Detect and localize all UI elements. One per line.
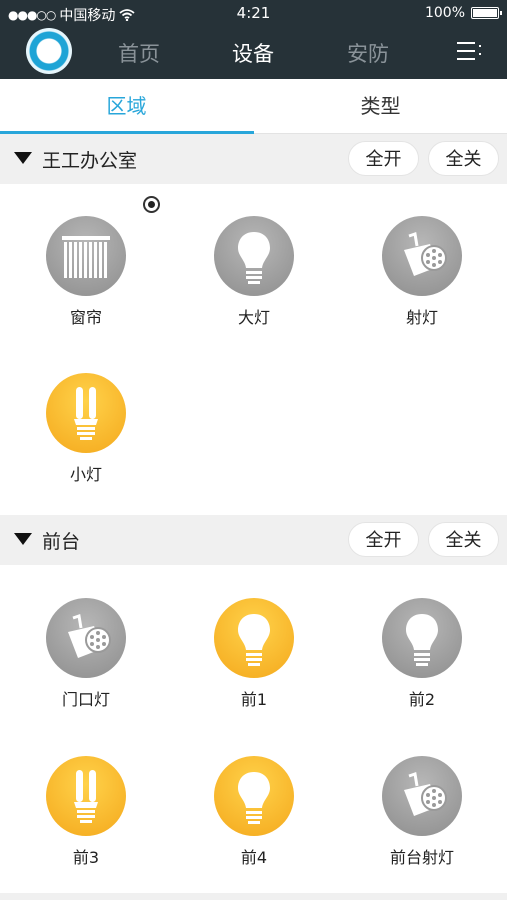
spotlight-icon [382, 756, 462, 836]
device-front-2[interactable]: 前2 [362, 598, 482, 728]
next-section-edge [0, 893, 507, 900]
status-right: 100% [424, 5, 502, 21]
spotlight-icon [46, 598, 126, 678]
device-screen: ●●●○○ 中国移动 4:21 100% 首页 设备 安防 区域 类型 王工办公… [0, 0, 507, 900]
all-on-button[interactable]: 全开 [348, 522, 419, 557]
all-off-button[interactable]: 全关 [428, 141, 499, 176]
section-header-front-desk[interactable]: 前台 全开 全关 [0, 515, 507, 565]
menu-icon[interactable] [457, 42, 481, 60]
all-on-button[interactable]: 全开 [348, 141, 419, 176]
device-main-light[interactable]: 大灯 [194, 216, 314, 346]
device-label: 前4 [240, 848, 268, 867]
tab-area[interactable]: 区域 [0, 79, 253, 134]
collapse-triangle-icon[interactable] [14, 152, 32, 164]
nav-bar: 首页 设备 安防 [0, 26, 507, 79]
bulb-icon [214, 216, 294, 296]
device-label: 前3 [72, 848, 100, 867]
device-label: 门口灯 [61, 690, 110, 709]
tab-type[interactable]: 类型 [254, 79, 507, 134]
curtain-icon [46, 216, 126, 296]
nav-item-devices[interactable]: 设备 [232, 38, 274, 68]
device-small-light[interactable]: 小灯 [26, 373, 146, 503]
device-door-light[interactable]: 门口灯 [26, 598, 146, 728]
section-title: 王工办公室 [42, 150, 138, 172]
battery-percent: 100% [424, 5, 465, 21]
top-bar: ●●●○○ 中国移动 4:21 100% 首页 设备 安防 [0, 0, 507, 79]
device-label: 前台射灯 [389, 848, 454, 867]
bulb-icon [214, 598, 294, 678]
device-front-desk-spotlight[interactable]: 前台射灯 [362, 756, 482, 886]
radio-indicator-icon[interactable] [143, 196, 160, 213]
spotlight-icon [382, 216, 462, 296]
section-title: 前台 [42, 531, 81, 553]
device-front-4[interactable]: 前4 [194, 756, 314, 886]
device-front-3[interactable]: 前3 [26, 756, 146, 886]
device-label: 射灯 [405, 308, 438, 327]
collapse-triangle-icon[interactable] [14, 533, 32, 545]
bulb-icon [214, 756, 294, 836]
nav-item-security[interactable]: 安防 [347, 38, 389, 68]
device-label: 窗帘 [69, 308, 102, 327]
device-label: 小灯 [69, 465, 102, 484]
device-label: 大灯 [237, 308, 270, 327]
bulb-icon [382, 598, 462, 678]
device-label: 前2 [408, 690, 436, 709]
battery-icon [471, 7, 502, 19]
all-off-button[interactable]: 全关 [428, 522, 499, 557]
app-logo-icon[interactable] [26, 28, 72, 74]
device-spotlight[interactable]: 射灯 [362, 216, 482, 346]
cfl-bulb-icon [46, 756, 126, 836]
tab-bar: 区域 类型 [0, 79, 507, 134]
section-header-wang-office[interactable]: 王工办公室 全开 全关 [0, 134, 507, 184]
nav-item-home[interactable]: 首页 [118, 38, 160, 68]
device-curtain[interactable]: 窗帘 [26, 216, 146, 346]
status-bar: ●●●○○ 中国移动 4:21 100% [0, 0, 507, 26]
cfl-bulb-icon [46, 373, 126, 453]
device-label: 前1 [240, 690, 268, 709]
device-front-1[interactable]: 前1 [194, 598, 314, 728]
